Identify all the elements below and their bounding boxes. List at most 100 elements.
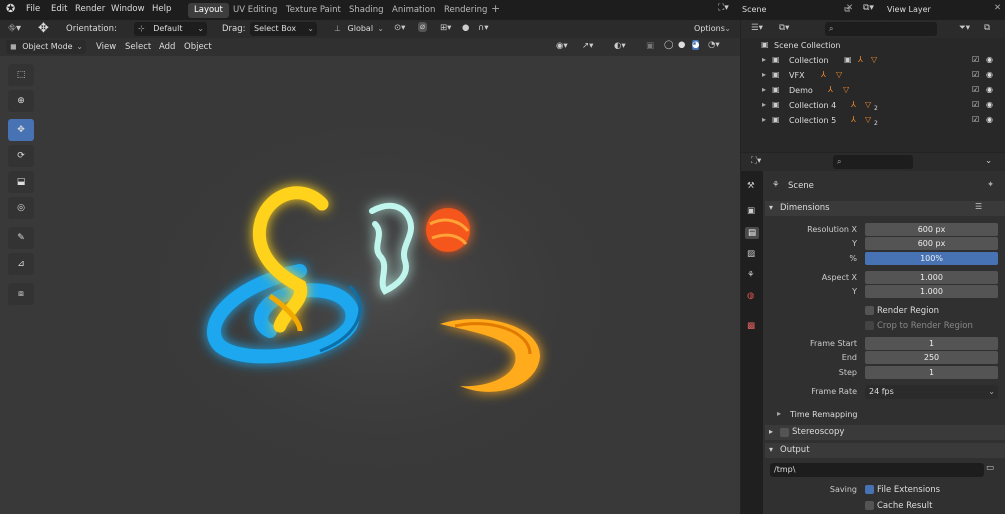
frame-step-field[interactable]: 1	[865, 366, 998, 379]
view-layer-icon[interactable]: ⧉▾	[863, 3, 874, 13]
properties-editor-icon[interactable]: ⛶▾	[751, 156, 761, 166]
tab-rendering[interactable]: Rendering	[438, 3, 493, 18]
time-remapping-subpanel[interactable]: ▸ Time Remapping	[771, 408, 1001, 422]
tab-texture-paint[interactable]: Texture Paint	[280, 3, 347, 18]
chevron-down-icon[interactable]: ⌄	[985, 156, 992, 166]
output-tab-icon[interactable]: ▤	[745, 227, 760, 239]
aspect-x-field[interactable]: 1.000	[865, 271, 998, 284]
gizmo-icon[interactable]: ↗▾	[582, 41, 593, 51]
stereoscopy-panel-header[interactable]: ▸ Stereoscopy	[765, 425, 1005, 440]
view-layer-field[interactable]: View Layer	[883, 3, 989, 17]
filter-icon[interactable]: ⏷▾	[959, 23, 970, 33]
tab-animation[interactable]: Animation	[386, 3, 441, 18]
transform-orientation-dropdown[interactable]: ⊥ Global ⌄	[330, 22, 386, 36]
properties-search-input[interactable]: ⌕	[833, 155, 913, 169]
outliner-item-demo[interactable]: ▸ ▣ Demo ⅄ ▽ ☑ ◉	[741, 85, 1005, 99]
eye-icon[interactable]: ◉	[986, 115, 993, 124]
menu-add[interactable]: Add	[159, 42, 175, 52]
folder-icon[interactable]: ▭	[986, 463, 994, 473]
checkbox-icon[interactable]: ☑	[972, 85, 979, 94]
menu-object[interactable]: Object	[184, 42, 212, 52]
options-dropdown[interactable]: Options ⌄	[690, 22, 734, 36]
eye-icon[interactable]: ◉	[986, 70, 993, 79]
render-region-checkbox[interactable]	[865, 306, 874, 315]
drag-dropdown[interactable]: Select Box ⌄	[250, 22, 317, 36]
outliner-item-collection-4[interactable]: ▸ ▣ Collection 4 ⅄ ▽ 2 ☑ ◉	[741, 100, 1005, 114]
world-tab-icon[interactable]: ◍	[747, 291, 754, 301]
tab-layout[interactable]: Layout	[188, 3, 229, 18]
frame-start-field[interactable]: 1	[865, 337, 998, 350]
eye-icon[interactable]: ◉	[986, 85, 993, 94]
resolution-y-field[interactable]: 600 px	[865, 237, 998, 250]
expand-arrow-icon[interactable]: ▸	[762, 100, 766, 109]
checkbox-icon[interactable]: ☑	[972, 115, 979, 124]
proportional-edit-icon[interactable]: ●	[462, 23, 469, 33]
3d-viewport[interactable]: ⬚ ⊕ ✥ ⟳ ⬓ ◎ ✎ ⊿ ⧈	[0, 56, 740, 514]
scene-tab-icon[interactable]: ⚘	[747, 270, 755, 280]
pin-icon[interactable]: ✦	[987, 180, 994, 190]
select-box-tool[interactable]: ⬚	[8, 64, 34, 86]
transform-tool[interactable]: ◎	[8, 197, 34, 219]
scene-field[interactable]: Scene ⧉	[738, 3, 854, 17]
scene-collection-row[interactable]: ▣ Scene Collection	[741, 40, 1005, 54]
cache-result-checkbox[interactable]	[865, 501, 874, 510]
snap-icon[interactable]: ⌀	[418, 22, 428, 32]
tab-shading[interactable]: Shading	[343, 3, 390, 18]
menu-view[interactable]: View	[96, 42, 116, 52]
wireframe-shading-icon[interactable]: ◯	[664, 40, 674, 50]
menu-select[interactable]: Select	[125, 42, 151, 52]
menu-file[interactable]: File	[26, 4, 40, 14]
outliner-editor-icon[interactable]: ☰▾	[751, 23, 763, 33]
add-cube-tool[interactable]: ⧈	[8, 283, 34, 305]
scale-tool[interactable]: ⬓	[8, 171, 34, 193]
frame-end-field[interactable]: 250	[865, 351, 998, 364]
menu-window[interactable]: Window	[111, 4, 145, 14]
file-extensions-checkbox[interactable]	[865, 485, 874, 494]
eye-icon[interactable]: ◉	[986, 55, 993, 64]
expand-arrow-icon[interactable]: ▸	[762, 85, 766, 94]
checkbox-icon[interactable]: ☑	[972, 55, 979, 64]
resolution-x-field[interactable]: 600 px	[865, 223, 998, 236]
measure-tool[interactable]: ⊿	[8, 253, 34, 275]
menu-help[interactable]: Help	[152, 4, 171, 14]
pivot-point-icon[interactable]: ⊙▾	[394, 23, 405, 33]
output-path-field[interactable]: /tmp\	[770, 463, 984, 477]
expand-arrow-icon[interactable]: ▸	[762, 115, 766, 124]
tool-settings-icon[interactable]: ⛗▾	[8, 23, 21, 34]
eye-icon[interactable]: ◉	[986, 100, 993, 109]
blender-logo-icon[interactable]: ✪	[6, 2, 15, 15]
new-collection-icon[interactable]: ⧉	[984, 23, 990, 33]
move-tool[interactable]: ✥	[8, 119, 34, 141]
tab-uv-editing[interactable]: UV Editing	[227, 3, 283, 18]
outliner-item-collection[interactable]: ▸ ▣ Collection ▣ ⅄ ▽ ☑ ◉	[741, 55, 1005, 69]
add-workspace-icon[interactable]: +	[491, 2, 500, 15]
annotate-tool[interactable]: ✎	[8, 227, 34, 249]
tool-tab-icon[interactable]: ⚒	[747, 181, 755, 191]
expand-arrow-icon[interactable]: ▸	[762, 70, 766, 79]
preset-list-icon[interactable]: ☰	[975, 202, 982, 211]
material-preview-icon[interactable]: ◕	[692, 40, 700, 50]
frame-rate-dropdown[interactable]: 24 fps ⌄	[865, 385, 998, 399]
expand-arrow-icon[interactable]: ▸	[762, 55, 766, 64]
texture-tab-icon[interactable]: ▩	[747, 321, 755, 331]
menu-edit[interactable]: Edit	[51, 4, 67, 14]
output-panel-header[interactable]: ▾ Output	[765, 443, 1005, 458]
view-layer-close-icon[interactable]: ✕	[994, 3, 1001, 13]
aspect-y-field[interactable]: 1.000	[865, 285, 998, 298]
object-mode-dropdown[interactable]: ◼ Object Mode ⌄	[6, 40, 86, 54]
stereoscopy-checkbox[interactable]	[780, 428, 789, 437]
falloff-icon[interactable]: ∩▾	[478, 23, 489, 33]
view-layer-tab-icon[interactable]: ▨	[747, 249, 755, 259]
cursor-tool[interactable]: ⊕	[8, 90, 34, 112]
outliner-item-collection-5[interactable]: ▸ ▣ Collection 5 ⅄ ▽ 2 ☑ ◉	[741, 115, 1005, 129]
overlays-icon[interactable]: ◐▾	[614, 41, 626, 51]
checkbox-icon[interactable]: ☑	[972, 70, 979, 79]
rotate-tool[interactable]: ⟳	[8, 145, 34, 167]
checkbox-icon[interactable]: ☑	[972, 100, 979, 109]
crop-region-checkbox[interactable]	[865, 321, 874, 330]
snap-settings-icon[interactable]: ⊞▾	[440, 23, 451, 33]
dimensions-panel-header[interactable]: ▾ Dimensions ☰	[765, 201, 1005, 216]
display-mode-icon[interactable]: ⧉▾	[779, 23, 789, 33]
orientation-dropdown[interactable]: ⊹ Default ⌄	[134, 22, 207, 36]
xray-icon[interactable]: ▣	[646, 41, 654, 51]
